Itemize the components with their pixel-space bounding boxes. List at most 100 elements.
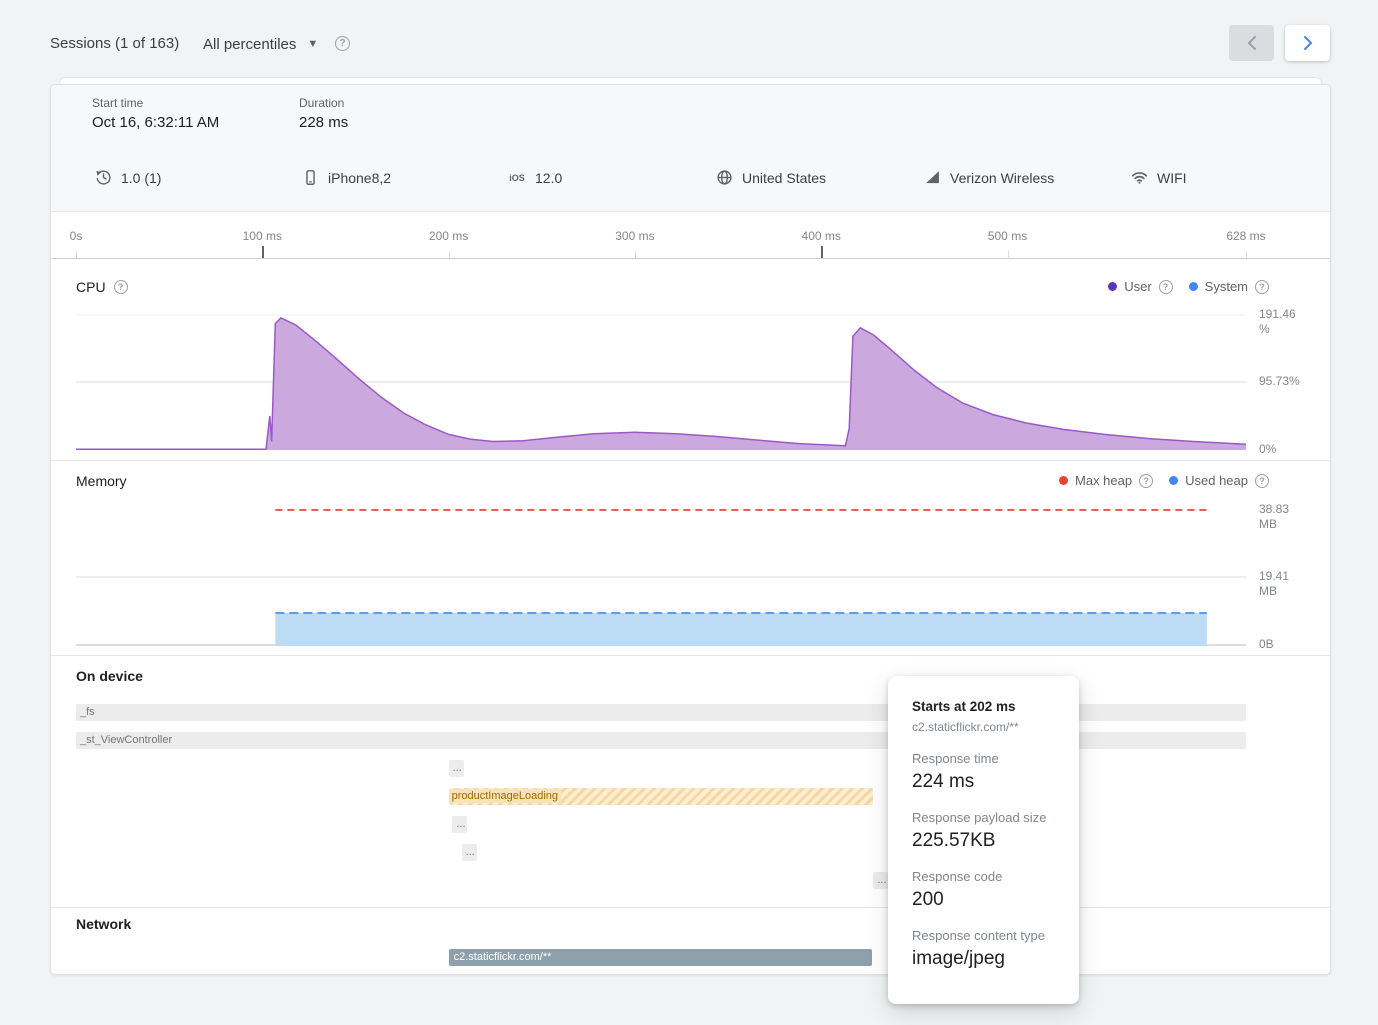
- timeline-tick-label: 500 ms: [988, 229, 1027, 243]
- radio-attribute: WIFI: [1130, 144, 1187, 211]
- trace-bar[interactable]: productImageLoading: [449, 788, 874, 805]
- cell-signal-icon: [923, 169, 941, 187]
- trace-bar[interactable]: ...: [452, 816, 467, 833]
- tooltip-url: c2.staticflickr.com/**: [912, 720, 1055, 734]
- timeline-tick-mark: [821, 246, 823, 258]
- memory-y-mid-label: 19.41 MB: [1259, 569, 1309, 599]
- device-value: iPhone8,2: [328, 170, 391, 186]
- timeline-tick-label: 400 ms: [802, 229, 841, 243]
- memory-section: Memory Max heap ? Used heap ?: [51, 460, 1330, 656]
- response-payload-label: Response payload size: [912, 810, 1055, 825]
- response-code-value: 200: [912, 889, 1055, 911]
- help-icon[interactable]: ?: [1159, 280, 1173, 294]
- carrier-attribute: Verizon Wireless: [923, 144, 1054, 211]
- bar-label: c2.staticflickr.com/**: [454, 951, 552, 963]
- cpu-y-min-label: 0%: [1259, 442, 1309, 457]
- prev-session-button[interactable]: [1229, 25, 1274, 61]
- help-icon[interactable]: ?: [1255, 280, 1269, 294]
- max-heap-series-dot: [1059, 476, 1068, 485]
- timeline-tick-mark: [262, 246, 264, 258]
- duration-label: Duration: [299, 96, 348, 110]
- memory-title: Memory: [76, 473, 127, 489]
- ios-icon: iOS: [508, 169, 526, 187]
- bar-label: _st_ViewController: [80, 734, 172, 746]
- response-time-label: Response time: [912, 751, 1055, 766]
- cpu-section: CPU ? User ? System ?: [51, 258, 1330, 461]
- bar-label: productImageLoading: [449, 789, 561, 803]
- carrier-value: Verizon Wireless: [950, 170, 1054, 186]
- help-icon[interactable]: ?: [114, 280, 128, 294]
- legend-user: User ?: [1108, 279, 1172, 294]
- os-value: 12.0: [535, 170, 562, 186]
- help-icon[interactable]: ?: [335, 36, 350, 51]
- legend-max-heap: Max heap ?: [1059, 473, 1153, 488]
- cpu-chart: [76, 314, 1246, 450]
- memory-y-max-label: 38.83 MB: [1259, 502, 1309, 532]
- timeline-tick-label: 200 ms: [429, 229, 468, 243]
- timeline-tick-label: 628 ms: [1226, 229, 1265, 243]
- trace-bar[interactable]: ...: [462, 844, 477, 861]
- chevron-left-icon: [1247, 35, 1257, 51]
- on-device-section: On device _fs_st_ViewController...produc…: [51, 655, 1330, 908]
- memory-chart: [76, 508, 1246, 646]
- used-heap-series-dot: [1169, 476, 1178, 485]
- timeline-tick-mark: [449, 251, 450, 258]
- cpu-title: CPU ?: [76, 279, 128, 295]
- response-code-label: Response code: [912, 869, 1055, 884]
- legend-used-heap-label: Used heap: [1185, 473, 1248, 488]
- country-value: United States: [742, 170, 826, 186]
- os-attribute: iOS 12.0: [508, 144, 562, 211]
- percentile-selector-label: All percentiles: [203, 36, 296, 53]
- percentile-selector[interactable]: All percentiles ▼: [203, 31, 318, 57]
- app-version-attribute: 1.0 (1): [94, 144, 161, 211]
- session-card: Start time Oct 16, 6:32:11 AM Duration 2…: [50, 84, 1331, 975]
- timeline-tick-mark: [76, 251, 77, 258]
- legend-user-label: User: [1124, 279, 1151, 294]
- session-detail-page: Sessions (1 of 163) All percentiles ▼ ? …: [0, 0, 1378, 1025]
- help-icon[interactable]: ?: [1139, 474, 1153, 488]
- request-tooltip: Starts at 202 ms c2.staticflickr.com/** …: [888, 676, 1079, 1004]
- chevron-right-icon: [1303, 35, 1313, 51]
- app-version-history-icon: [94, 169, 112, 187]
- legend-system-label: System: [1205, 279, 1248, 294]
- memory-y-min-label: 0B: [1259, 637, 1309, 652]
- wifi-icon: [1130, 169, 1148, 187]
- start-time-label: Start time: [92, 96, 219, 110]
- bar-label: _fs: [80, 706, 95, 718]
- network-request-bar[interactable]: c2.staticflickr.com/**: [449, 949, 872, 966]
- trace-bar[interactable]: ...: [873, 872, 888, 889]
- device-attribute: iPhone8,2: [301, 144, 391, 211]
- timeline-tick-mark: [635, 251, 636, 258]
- cpu-legend: User ? System ?: [1108, 279, 1269, 294]
- cpu-user-line: [76, 318, 1246, 449]
- tooltip-title: Starts at 202 ms: [912, 699, 1055, 714]
- bar-label: ...: [466, 846, 475, 858]
- response-payload-value: 225.57KB: [912, 830, 1055, 852]
- network-bars: c2.staticflickr.com/**: [51, 907, 1330, 975]
- timeline-tick-label: 100 ms: [243, 229, 282, 243]
- trace-bar[interactable]: ...: [449, 760, 464, 777]
- next-session-button[interactable]: [1285, 25, 1330, 61]
- session-header: Start time Oct 16, 6:32:11 AM Duration 2…: [51, 85, 1330, 145]
- network-section: Network c2.staticflickr.com/**: [51, 907, 1330, 975]
- start-time-value: Oct 16, 6:32:11 AM: [92, 114, 219, 131]
- legend-used-heap: Used heap ?: [1169, 473, 1269, 488]
- response-content-type-label: Response content type: [912, 928, 1055, 943]
- globe-icon: [715, 169, 733, 187]
- bar-label: ...: [877, 874, 886, 886]
- chevron-down-icon: ▼: [307, 38, 318, 50]
- bar-label: ...: [456, 818, 465, 830]
- system-series-dot: [1189, 282, 1198, 291]
- radio-value: WIFI: [1157, 170, 1187, 186]
- sessions-count-label: Sessions (1 of 163): [50, 35, 179, 52]
- session-attributes: 1.0 (1) iPhone8,2 iOS 12.0 United States: [51, 144, 1330, 212]
- phone-icon: [301, 169, 319, 187]
- user-series-dot: [1108, 282, 1117, 291]
- help-icon[interactable]: ?: [1255, 474, 1269, 488]
- timeline-tick-label: 0s: [70, 229, 83, 243]
- used-heap-band: [275, 613, 1207, 646]
- on-device-bars: _fs _st_ViewController... productImageLoad…: [51, 655, 1330, 907]
- bar-label: ...: [453, 762, 462, 774]
- legend-system: System ?: [1189, 279, 1269, 294]
- legend-max-heap-label: Max heap: [1075, 473, 1132, 488]
